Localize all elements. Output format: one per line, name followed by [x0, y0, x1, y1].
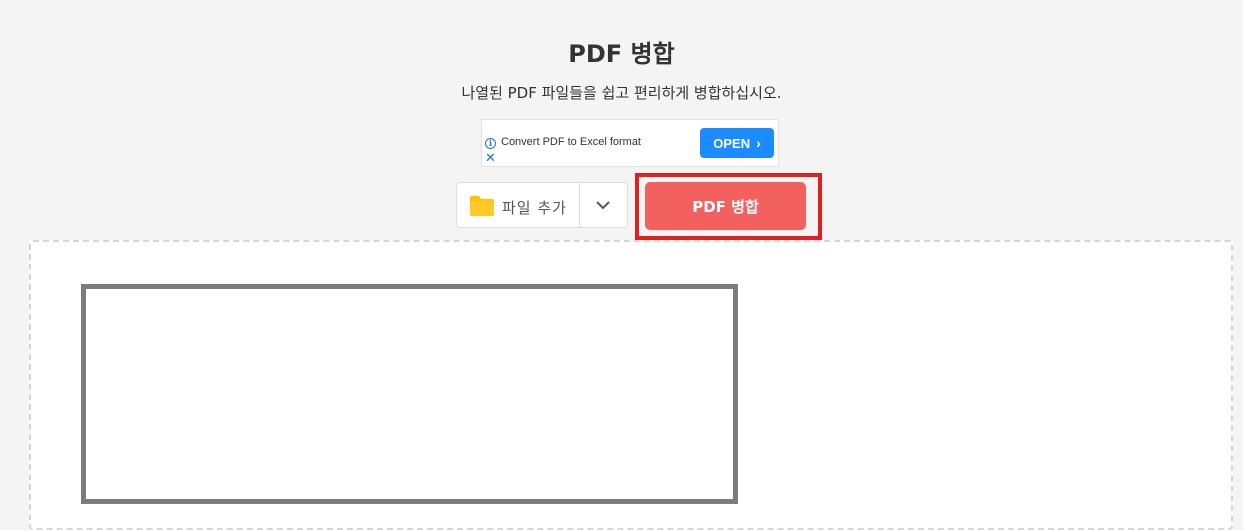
- ad-text: Convert PDF to Excel format: [501, 136, 641, 148]
- ad-open-button[interactable]: OPEN ›: [700, 128, 774, 158]
- pdf-thumbnail[interactable]: [81, 284, 738, 504]
- add-files-label: 파일 추가: [502, 199, 567, 217]
- info-icon[interactable]: i: [485, 138, 496, 149]
- ad-open-label: OPEN: [713, 135, 751, 151]
- ad-banner[interactable]: i ✕ Convert PDF to Excel format OPEN ›: [481, 119, 779, 167]
- chevron-down-icon: [596, 201, 610, 210]
- folder-icon: [470, 196, 494, 216]
- page-subtitle: 나열된 PDF 파일들을 쉽고 편리하게 병합하십시오.: [461, 84, 782, 102]
- add-files-group: 파일 추가: [456, 182, 628, 228]
- merge-pdf-button[interactable]: PDF 병합: [645, 182, 806, 230]
- chevron-right-icon: ›: [756, 135, 761, 151]
- add-files-dropdown-button[interactable]: [580, 183, 627, 227]
- page-title: PDF 병합: [568, 40, 675, 68]
- close-icon[interactable]: ✕: [485, 152, 496, 166]
- add-files-button[interactable]: 파일 추가: [457, 183, 580, 227]
